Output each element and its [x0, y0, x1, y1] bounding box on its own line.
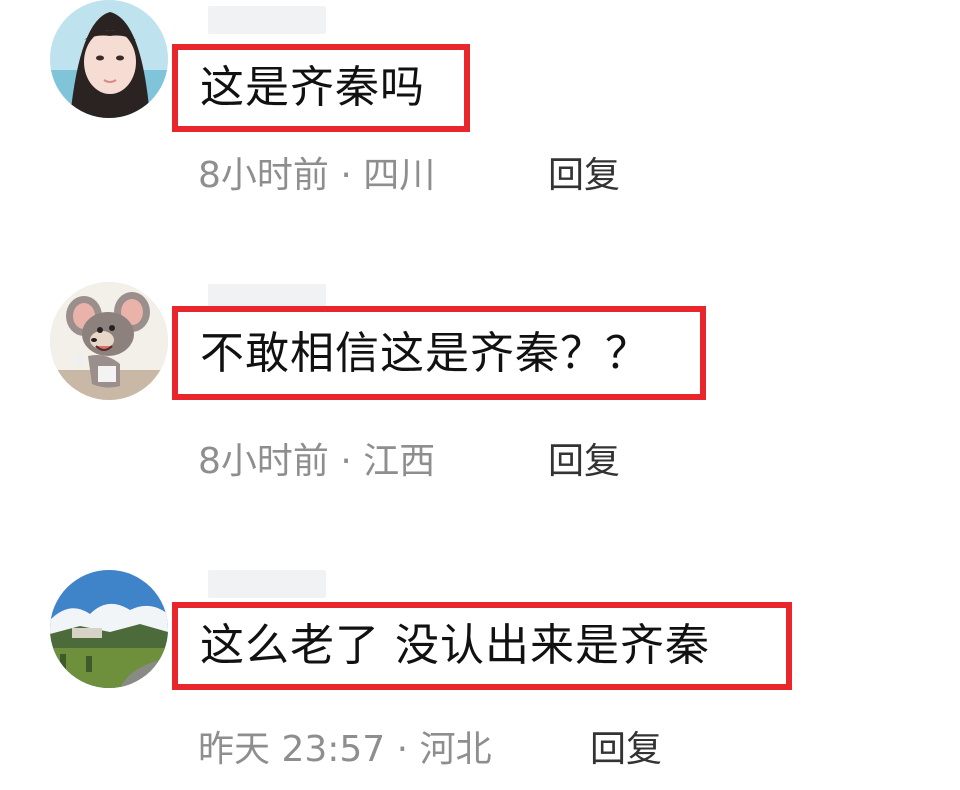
comment-highlight-box: 不敢相信这是齐秦？？ [172, 306, 706, 400]
cartoon-mouse-avatar-icon[interactable] [50, 282, 168, 400]
comment-location: 江西 [363, 441, 436, 482]
reply-button[interactable]: 回复 [548, 440, 620, 484]
girl-avatar-icon[interactable] [50, 0, 168, 118]
comment-text: 这是齐秦吗 [200, 62, 425, 113]
comment-highlight-box: 这么老了 没认出来是齐秦 [172, 602, 792, 690]
reply-button[interactable]: 回复 [548, 154, 620, 198]
comment-item: 这么老了 没认出来是齐秦 昨天 23:57 · 河北 回复 [0, 568, 960, 790]
landscape-avatar-icon[interactable] [50, 570, 168, 688]
username-placeholder[interactable] [208, 570, 326, 598]
comment-time: 8小时前 [198, 441, 329, 482]
comment-item: 不敢相信这是齐秦？？ 8小时前 · 江西 回复 [0, 280, 960, 490]
meta-separator: · [340, 441, 352, 482]
comment-meta: 昨天 23:57 · 河北 [198, 728, 492, 772]
comment-meta: 8小时前 · 四川 [198, 154, 435, 198]
comment-text: 不敢相信这是齐秦？？ [200, 328, 650, 379]
comment-time: 昨天 23:57 [198, 729, 386, 770]
reply-button[interactable]: 回复 [590, 728, 662, 772]
comment-item: 这是齐秦吗 8小时前 · 四川 回复 [0, 0, 960, 210]
meta-separator: · [396, 729, 409, 770]
comment-text: 这么老了 没认出来是齐秦 [200, 620, 710, 671]
comment-location: 河北 [419, 729, 492, 770]
comment-highlight-box: 这是齐秦吗 [172, 44, 470, 132]
comment-meta: 8小时前 · 江西 [198, 440, 435, 484]
username-placeholder[interactable] [208, 6, 326, 34]
comment-location: 四川 [363, 155, 436, 196]
meta-separator: · [340, 155, 352, 196]
comment-time: 8小时前 [198, 155, 329, 196]
